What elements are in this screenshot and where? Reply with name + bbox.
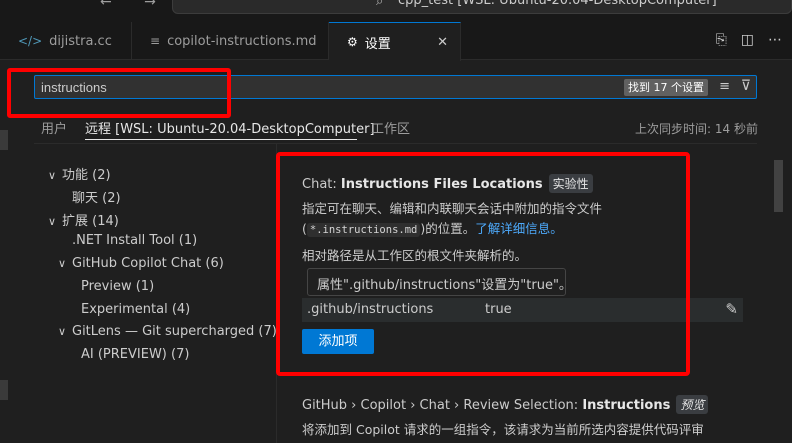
nav-arrows[interactable]: ← → <box>100 0 170 10</box>
setting-category: GitHub › Copilot › Chat › Review Selecti… <box>302 398 583 413</box>
search-highlight-box <box>7 68 231 118</box>
window-title[interactable]: cpp_test [WSL: Ubuntu-20.04-DesktopCompu… <box>398 0 717 8</box>
sidebar-edge <box>0 130 8 150</box>
clear-filter-icon[interactable]: ≡ <box>719 79 730 94</box>
setting2-description: 将添加到 Copilot 请求的一组指令，该请求为当前所选内容提供代码评审 <box>302 422 704 437</box>
sync-status: 上次同步时间: 14 秒前 <box>635 122 758 136</box>
toc-label: Preview (1) <box>81 279 155 294</box>
chevron-down-icon: ∨ <box>48 215 57 228</box>
scope-tab-workspace[interactable]: 工作区 <box>371 118 410 137</box>
divider <box>34 143 757 144</box>
editor-tab-bar: </> dijistra.cc ≡ copilot-instructions.m… <box>0 22 792 61</box>
markdown-file-icon: ≡ <box>150 34 161 48</box>
toc-item-gitlens[interactable]: ∨ GitLens — Git supercharged (7) <box>58 324 277 339</box>
split-editor-icon[interactable]: ◫ <box>741 32 754 48</box>
settings-icon: ⚙ <box>347 35 358 49</box>
preview-badge: 预览 <box>676 395 709 414</box>
tab-label: copilot-instructions.md <box>167 33 317 49</box>
toc-label: .NET Install Tool (1) <box>72 233 198 248</box>
editor-actions: ⎘ ◫ ⋯ <box>716 32 782 48</box>
setting-highlight-box <box>276 152 690 376</box>
chevron-down-icon: ∨ <box>58 257 67 270</box>
more-actions-icon[interactable]: ⋯ <box>768 32 782 48</box>
chevron-down-icon: ∨ <box>48 169 57 182</box>
setting2-title: GitHub › Copilot › Chat › Review Selecti… <box>302 395 709 414</box>
setting-name: Instructions <box>582 398 671 413</box>
toc-item-copilot-chat[interactable]: ∨ GitHub Copilot Chat (6) <box>58 256 224 271</box>
result-count-badge: 找到 17 个设置 <box>624 79 708 96</box>
toc-item-chat[interactable]: 聊天 (2) <box>72 187 121 206</box>
tab-label: 设置 <box>364 36 391 52</box>
toc-item-dotnet[interactable]: .NET Install Tool (1) <box>72 233 197 248</box>
tab-settings[interactable]: ⚙ 设置 ✕ <box>329 22 461 61</box>
title-bar: ← → ⌕ cpp_test [WSL: Ubuntu-20.04-Deskto… <box>0 0 792 22</box>
toc-label: AI (PREVIEW) (7) <box>81 347 190 362</box>
tab-dijistra[interactable]: </> dijistra.cc <box>0 22 132 60</box>
search-icon: ⌕ <box>376 0 384 9</box>
sidebar-edge <box>0 380 8 400</box>
open-json-icon[interactable]: ⎘ <box>716 32 727 48</box>
chevron-down-icon: ∨ <box>58 325 67 338</box>
toc-label: 扩展 (14) <box>62 214 119 229</box>
toc-item-preview[interactable]: Preview (1) <box>81 279 154 294</box>
active-scope-underline <box>85 139 357 140</box>
toc-item-features[interactable]: ∨ 功能 (2) <box>48 164 111 183</box>
scrollbar[interactable] <box>774 160 783 212</box>
toc-label: Experimental (4) <box>81 302 191 317</box>
toc-item-extensions[interactable]: ∨ 扩展 (14) <box>48 210 119 229</box>
toc-label: GitHub Copilot Chat (6) <box>72 256 224 271</box>
toc-label: 功能 (2) <box>62 168 111 183</box>
close-icon[interactable]: ✕ <box>437 35 448 50</box>
tab-copilot-instructions[interactable]: ≡ copilot-instructions.md <box>132 22 329 60</box>
edit-icon[interactable]: ✎ <box>725 300 738 318</box>
tab-label: dijistra.cc <box>49 33 112 49</box>
toc-label: GitLens — Git supercharged (7) <box>72 324 277 339</box>
toc-item-experimental[interactable]: Experimental (4) <box>81 302 190 317</box>
toc-label: 聊天 (2) <box>72 191 121 206</box>
scope-tab-remote[interactable]: 远程 [WSL: Ubuntu-20.04-DesktopComputer] <box>85 118 375 137</box>
toc-item-ai-preview[interactable]: AI (PREVIEW) (7) <box>81 347 189 362</box>
scope-tab-user[interactable]: 用户 <box>41 118 67 137</box>
filter-icon[interactable]: ⊽ <box>741 78 751 94</box>
cpp-file-icon: </> <box>18 34 43 48</box>
